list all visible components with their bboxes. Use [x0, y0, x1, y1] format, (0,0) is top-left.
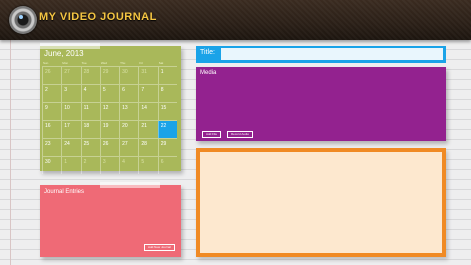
calendar-day-cell[interactable]: 28: [138, 139, 157, 156]
calendar-day-cell[interactable]: 8: [157, 85, 177, 102]
calendar-grid: Sun Mon Tue Wed Thu Fri Sat 26 27 28 29 30 31…: [42, 61, 177, 174]
calendar-weekday-header: Sun Mon Tue Wed Thu Fri Sat: [42, 61, 177, 66]
calendar-day-cell[interactable]: 30: [119, 67, 138, 84]
calendar-day-cell[interactable]: 26: [99, 139, 119, 156]
calendar-day-cell[interactable]: 1: [157, 67, 177, 84]
calendar-day-cell[interactable]: 20: [119, 121, 138, 138]
calendar-week-row: 30 1 2 3 4 5 6: [42, 156, 177, 174]
calendar-day-cell[interactable]: 22: [157, 121, 177, 138]
calendar-week-row: 23 24 25 26 27 28 29: [42, 138, 177, 156]
add-file-button[interactable]: Add File: [202, 131, 222, 138]
journal-entries-note: Journal Entries Add New Journal: [40, 182, 181, 257]
calendar-day-cell[interactable]: 30: [42, 157, 61, 174]
calendar-day-cell[interactable]: 16: [42, 121, 61, 138]
media-title: Media: [200, 70, 217, 76]
journal-text-area[interactable]: [196, 148, 446, 257]
calendar-week-row: 26 27 28 29 30 31 1: [42, 66, 177, 84]
calendar-day-cell[interactable]: 5: [138, 157, 157, 174]
record-audio-button[interactable]: Record Audio: [227, 131, 254, 138]
calendar-month-label: June, 2013: [44, 49, 84, 58]
calendar-day-cell[interactable]: 18: [80, 121, 100, 138]
weekday-label: Thu: [120, 61, 126, 65]
calendar-day-cell[interactable]: 6: [157, 157, 177, 174]
calendar-note: June, 2013 Sun Mon Tue Wed Thu Fri Sat 2…: [40, 43, 181, 174]
calendar-day-cell[interactable]: 5: [99, 85, 119, 102]
calendar-day-cell[interactable]: 28: [80, 67, 100, 84]
calendar-day-cell[interactable]: 29: [99, 67, 119, 84]
calendar-day-cell[interactable]: 14: [138, 103, 157, 120]
title-label: Title:: [200, 49, 215, 56]
calendar-day-cell[interactable]: 2: [80, 157, 100, 174]
calendar-day-cell[interactable]: 10: [61, 103, 80, 120]
calendar-day-cell[interactable]: 13: [119, 103, 138, 120]
weekday-label: Fri: [139, 61, 143, 65]
title-input[interactable]: [221, 48, 443, 60]
calendar-day-cell[interactable]: 1: [61, 157, 80, 174]
app-header: MY VIDEO JOURNAL: [0, 0, 471, 40]
tape-strip: [100, 182, 160, 188]
camera-lens-icon: [9, 6, 37, 34]
calendar-day-cell[interactable]: 23: [42, 139, 61, 156]
calendar-day-cell[interactable]: 2: [42, 85, 61, 102]
weekday-label: Sun: [43, 61, 49, 65]
calendar-day-cell[interactable]: 11: [80, 103, 100, 120]
add-new-journal-button[interactable]: Add New Journal: [144, 244, 175, 251]
calendar-day-cell[interactable]: 12: [99, 103, 119, 120]
weekday-label: Sat: [158, 61, 164, 65]
weekday-label: Tue: [81, 61, 87, 65]
calendar-day-cell[interactable]: 3: [99, 157, 119, 174]
weekday-label: Wed: [100, 61, 107, 65]
app-title: MY VIDEO JOURNAL: [39, 11, 157, 23]
calendar-day-cell[interactable]: 4: [119, 157, 138, 174]
calendar-day-cell[interactable]: 15: [157, 103, 177, 120]
calendar-week-row: 16 17 18 19 20 21 22: [42, 120, 177, 138]
calendar-day-cell[interactable]: 27: [61, 67, 80, 84]
calendar-day-cell[interactable]: 9: [42, 103, 61, 120]
calendar-day-cell[interactable]: 17: [61, 121, 80, 138]
media-note: Media Add File Record Audio: [196, 67, 446, 141]
calendar-day-cell[interactable]: 26: [42, 67, 61, 84]
calendar-day-cell[interactable]: 6: [119, 85, 138, 102]
calendar-day-cell[interactable]: 25: [80, 139, 100, 156]
calendar-day-cell[interactable]: 24: [61, 139, 80, 156]
title-bar: Title:: [196, 46, 446, 63]
calendar-week-row: 2345678: [42, 84, 177, 102]
calendar-day-cell[interactable]: 7: [138, 85, 157, 102]
calendar-day-cell[interactable]: 19: [99, 121, 119, 138]
weekday-label: Mon: [62, 61, 69, 65]
calendar-day-cell[interactable]: 21: [138, 121, 157, 138]
journal-entries-title: Journal Entries: [44, 189, 85, 195]
calendar-day-cell[interactable]: 3: [61, 85, 80, 102]
calendar-week-row: 9 10 11 12 13 14 15: [42, 102, 177, 120]
calendar-day-cell[interactable]: 4: [80, 85, 100, 102]
calendar-day-cell[interactable]: 29: [157, 139, 177, 156]
calendar-day-cell[interactable]: 31: [138, 67, 157, 84]
calendar-day-cell[interactable]: 27: [119, 139, 138, 156]
